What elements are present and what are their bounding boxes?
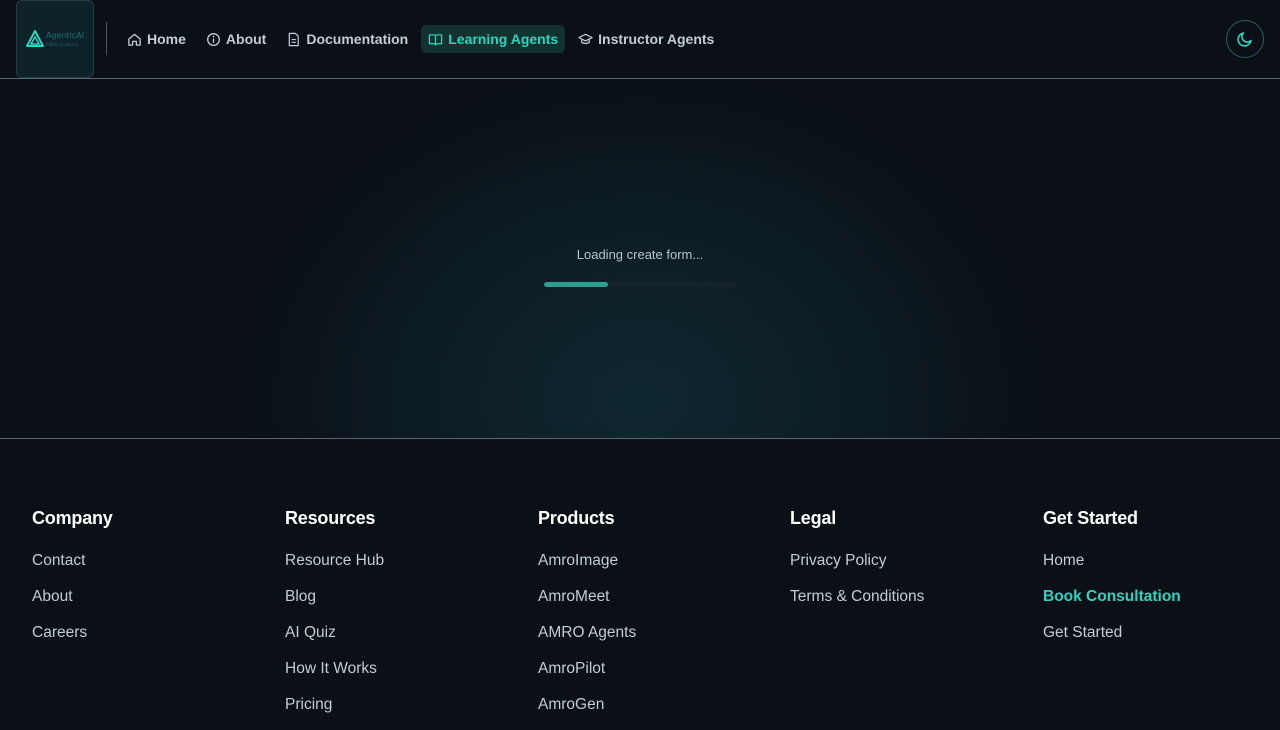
footer-column-get-started: Get Started Home Book Consultation Get S…	[1043, 508, 1181, 658]
nav-item-instructor-agents[interactable]: Instructor Agents	[571, 25, 721, 53]
footer-column-legal: Legal Privacy Policy Terms & Conditions	[790, 508, 924, 622]
footer-link-amromeet[interactable]: AmroMeet	[538, 586, 636, 622]
document-icon	[289, 32, 300, 46]
footer-link-contact[interactable]: Contact	[32, 550, 113, 586]
logo-name: AgenticAI	[46, 31, 85, 40]
footer-column-products: Products AmroImage AmroMeet AMRO Agents …	[538, 508, 636, 730]
footer-link-amropilot[interactable]: AmroPilot	[538, 658, 636, 694]
nav-label: About	[225, 31, 267, 47]
main-content: Loading create form...	[0, 79, 1280, 439]
logo-icon	[26, 30, 44, 47]
footer-link-pricing[interactable]: Pricing	[285, 694, 384, 730]
home-icon	[128, 33, 141, 46]
theme-toggle-button[interactable]	[1226, 20, 1264, 58]
footer-column-company: Company Contact About Careers	[32, 508, 113, 658]
footer-link-blog[interactable]: Blog	[285, 586, 384, 622]
footer-link-resource-hub[interactable]: Resource Hub	[285, 550, 384, 586]
logo-subtitle: AMRO Academy	[46, 42, 78, 47]
site-footer: Company Contact About Careers Resources …	[0, 440, 1280, 720]
footer-link-about[interactable]: About	[32, 586, 113, 622]
moon-icon	[1237, 32, 1252, 47]
footer-column-title: Company	[32, 508, 113, 528]
nav-item-home[interactable]: Home	[120, 25, 193, 53]
footer-link-amro-agents[interactable]: AMRO Agents	[538, 622, 636, 658]
footer-column-title: Legal	[790, 508, 837, 528]
footer-link-ai-quiz[interactable]: AI Quiz	[285, 622, 384, 658]
nav-label: Learning Agents	[448, 31, 559, 47]
graduation-cap-icon	[578, 33, 593, 44]
nav-label: Documentation	[306, 31, 409, 47]
footer-link-how-it-works[interactable]: How It Works	[285, 658, 384, 694]
footer-link-terms[interactable]: Terms & Conditions	[790, 586, 924, 622]
info-icon	[206, 32, 220, 46]
nav-item-documentation[interactable]: Documentation	[279, 25, 415, 53]
footer-column-title: Get Started	[1043, 508, 1138, 528]
logo[interactable]: AgenticAI AMRO Academy	[16, 0, 94, 78]
loading-progress-bar	[544, 282, 737, 287]
main-nav: Home About Documentation Learning Agents…	[120, 25, 727, 53]
loading-text: Loading create form...	[576, 247, 704, 262]
loading-progress-fill	[544, 282, 608, 287]
footer-column-title: Resources	[285, 508, 376, 528]
nav-item-learning-agents[interactable]: Learning Agents	[421, 25, 566, 53]
footer-column-resources: Resources Resource Hub Blog AI Quiz How …	[285, 508, 384, 730]
book-icon	[429, 33, 443, 46]
site-header: AgenticAI AMRO Academy Home About Docume…	[0, 0, 1280, 79]
footer-link-book-consultation[interactable]: Book Consultation	[1043, 586, 1181, 622]
nav-item-about[interactable]: About	[199, 25, 273, 53]
footer-column-title: Products	[538, 508, 615, 528]
footer-link-get-started[interactable]: Get Started	[1043, 622, 1181, 658]
footer-link-privacy-policy[interactable]: Privacy Policy	[790, 550, 924, 586]
header-divider	[106, 22, 107, 55]
nav-label: Home	[147, 31, 186, 47]
footer-link-amrogen[interactable]: AmroGen	[538, 694, 636, 730]
footer-link-amroimage[interactable]: AmroImage	[538, 550, 636, 586]
footer-link-careers[interactable]: Careers	[32, 622, 113, 658]
nav-label: Instructor Agents	[598, 31, 715, 47]
footer-link-home[interactable]: Home	[1043, 550, 1181, 586]
